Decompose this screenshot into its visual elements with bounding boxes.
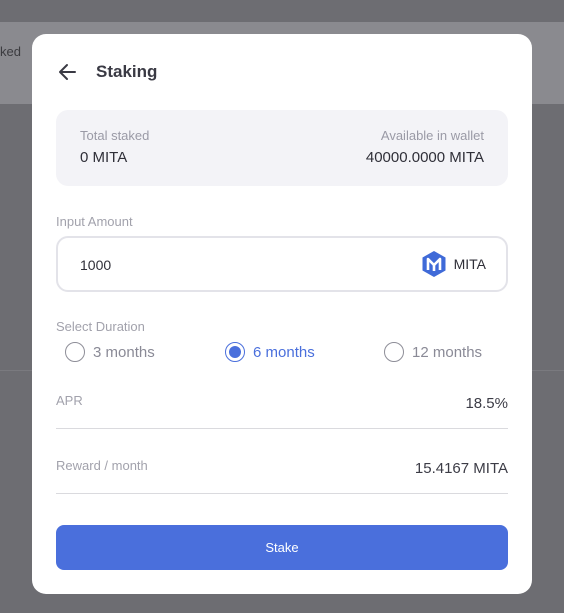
stake-button[interactable]: Stake <box>56 525 508 570</box>
staking-modal: Staking Total staked 0 MITA Available in… <box>32 34 532 594</box>
duration-option-label: 6 months <box>253 343 315 361</box>
background-partial-text: ked <box>0 44 21 59</box>
total-staked-label: Total staked <box>80 128 150 143</box>
duration-option-12-months[interactable]: 12 months <box>384 342 482 362</box>
token-badge: MITA <box>420 250 486 278</box>
apr-row: APR 18.5% <box>56 389 508 429</box>
amount-input[interactable] <box>80 254 380 276</box>
select-duration-label: Select Duration <box>56 319 145 334</box>
arrow-left-icon <box>59 64 76 80</box>
radio-selected-dot <box>229 346 241 358</box>
token-symbol: MITA <box>453 256 486 272</box>
available-in-wallet: Available in wallet 40000.0000 MITA <box>366 128 484 166</box>
reward-label: Reward / month <box>56 458 148 473</box>
modal-header: Staking <box>56 60 157 84</box>
total-staked: Total staked 0 MITA <box>80 128 149 166</box>
modal-title: Staking <box>96 62 158 81</box>
duration-option-label: 3 months <box>93 343 155 361</box>
duration-option-label: 12 months <box>412 343 483 361</box>
apr-value: 18.5% <box>465 395 508 412</box>
duration-radio-group: 3 months 6 months 12 months <box>56 342 508 366</box>
mita-logo-icon <box>422 251 446 277</box>
radio-button[interactable] <box>65 342 85 362</box>
back-button[interactable] <box>56 60 80 84</box>
radio-button[interactable] <box>384 342 404 362</box>
apr-label: APR <box>56 393 83 408</box>
input-amount-label: Input Amount <box>56 214 133 229</box>
radio-button-selected[interactable] <box>225 342 245 362</box>
available-value: 40000.0000 MITA <box>365 149 484 166</box>
total-staked-value: 0 MITA <box>80 149 128 166</box>
reward-value: 15.4167 MITA <box>414 460 508 477</box>
reward-row: Reward / month 15.4167 MITA <box>56 454 508 494</box>
available-label: Available in wallet <box>380 128 484 143</box>
duration-option-6-months[interactable]: 6 months <box>225 342 315 362</box>
duration-option-3-months[interactable]: 3 months <box>65 342 155 362</box>
amount-field[interactable]: MITA <box>56 236 508 292</box>
staking-summary-card: Total staked 0 MITA Available in wallet … <box>56 110 508 186</box>
